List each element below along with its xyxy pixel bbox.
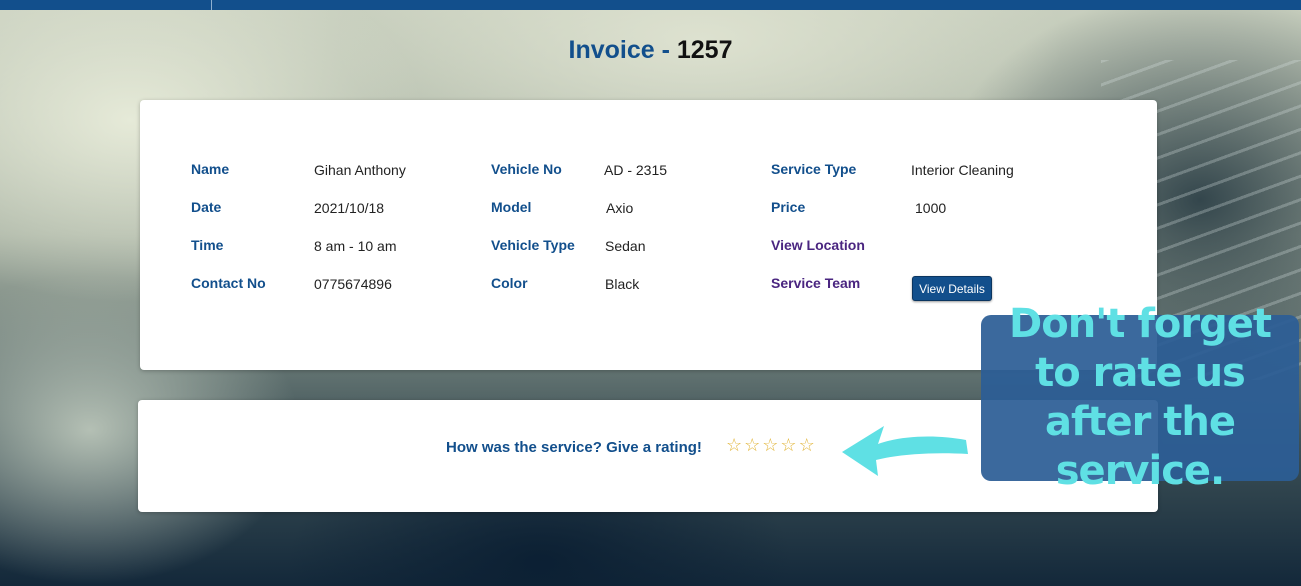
time-label: Time	[191, 237, 224, 253]
nav-divider	[211, 0, 212, 10]
model-value: Axio	[606, 200, 634, 216]
invoice-number: 1257	[676, 36, 733, 64]
view-location-link[interactable]: View Location	[771, 237, 865, 253]
page-title: Invoice - 1257	[0, 36, 1301, 65]
date-value: 2021/10/18	[314, 200, 385, 216]
star-rating[interactable]: ☆ ☆ ☆ ☆ ☆	[726, 436, 815, 454]
star-icon-3[interactable]: ☆	[762, 436, 778, 454]
arrow-left-icon	[842, 426, 968, 476]
model-label: Model	[491, 199, 532, 215]
title-prefix: Invoice -	[568, 36, 677, 64]
price-label: Price	[771, 199, 806, 215]
service-type-label: Service Type	[771, 161, 857, 177]
service-team-label: Service Team	[771, 275, 861, 291]
name-value: Gihan Anthony	[314, 162, 406, 178]
star-icon-5[interactable]: ☆	[799, 436, 815, 454]
vehicle-type-label: Vehicle Type	[491, 237, 575, 253]
color-label: Color	[491, 275, 528, 291]
star-icon-2[interactable]: ☆	[744, 436, 760, 454]
time-value: 8 am - 10 am	[314, 238, 397, 254]
rating-reminder-callout: Don't forget to rate us after the servic…	[981, 301, 1299, 494]
service-type-value: Interior Cleaning	[911, 162, 1014, 178]
top-nav-bar	[0, 0, 1301, 10]
color-value: Black	[605, 276, 640, 292]
star-icon-4[interactable]: ☆	[780, 436, 796, 454]
contact-value: 0775674896	[314, 276, 392, 292]
price-value: 1000	[915, 200, 947, 216]
rating-question: How was the service? Give a rating!	[446, 439, 702, 456]
name-label: Name	[191, 161, 230, 177]
vehicle-type-value: Sedan	[605, 238, 646, 254]
date-label: Date	[191, 199, 222, 215]
vehicle-no-label: Vehicle No	[491, 161, 562, 177]
vehicle-no-value: AD - 2315	[604, 162, 668, 178]
contact-label: Contact No	[191, 275, 266, 291]
star-icon-1[interactable]: ☆	[726, 436, 742, 454]
view-details-button[interactable]: View Details	[912, 276, 992, 301]
